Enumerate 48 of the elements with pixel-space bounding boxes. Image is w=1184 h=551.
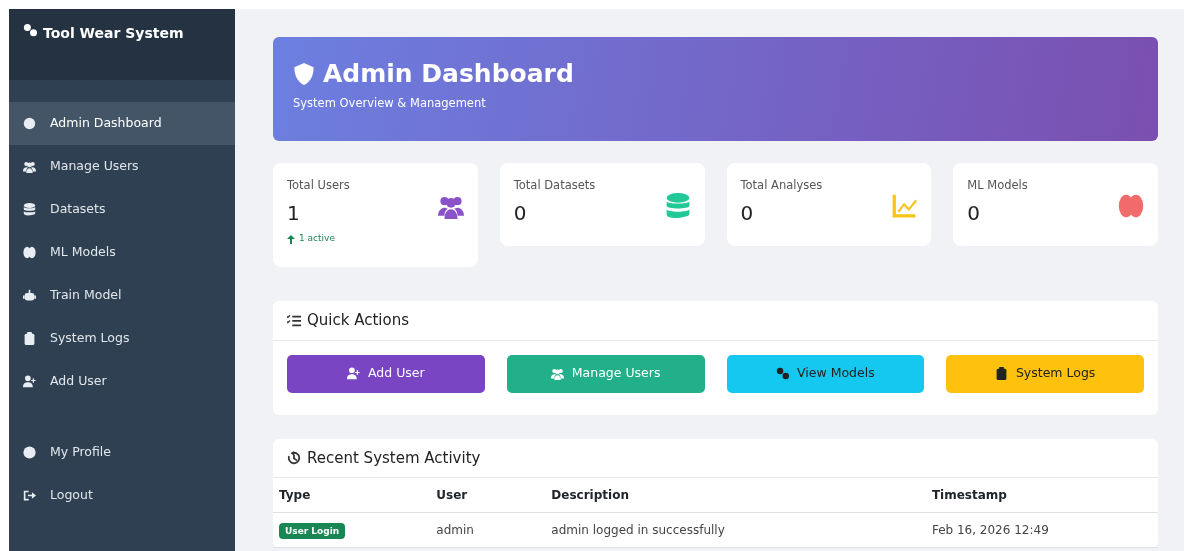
action-button[interactable]: Add User [287,354,485,393]
clipboard-icon [23,332,36,345]
column-header: Timestamp [927,478,1158,513]
database-icon [23,203,36,216]
sidebar-item[interactable]: Train Model [9,274,235,317]
stat-label: Total Users [287,177,350,194]
brand-title: Tool Wear System [43,24,184,43]
action-button[interactable]: View Models [726,354,925,393]
sidebar-item[interactable]: Add User [9,360,235,403]
shield-icon [293,63,315,85]
clipboard-icon [994,367,1008,380]
sidebar-item[interactable]: Logout [9,474,235,517]
type-badge: User Login [279,523,346,539]
sidebar-item[interactable]: Manage Users [9,145,235,188]
column-header: Description [547,478,928,513]
brain-icon [23,246,36,259]
users-icon [23,160,36,173]
table-cell: admin logged in successfully [547,512,928,548]
page-subtitle: System Overview & Management [293,95,487,112]
stat-value: 0 [513,200,528,228]
sidebar-item[interactable]: System Logs [9,317,235,360]
users-icon [550,367,564,380]
sidebar-item[interactable]: Admin Dashboard [9,102,235,145]
action-button[interactable]: System Logs [946,354,1144,393]
user-plus-icon [23,375,36,388]
page-title: Admin Dashboard [323,59,574,89]
column-header: User [432,478,548,513]
stat-label: Total Datasets [513,177,596,194]
robot-icon [23,289,36,302]
sidebar-item[interactable]: ML Models [9,231,235,274]
stat-label: Total Analyses [740,177,823,194]
stat-note-text: 1 active [299,232,335,246]
history-icon [287,450,301,465]
table-cell: admin [432,512,548,548]
panel-title: Recent System Activity [307,447,481,469]
stat-value: 0 [740,200,755,228]
stat-value: 1 [287,200,301,228]
task-list-icon [287,313,301,328]
stat-label: ML Models [967,177,1028,194]
sidebar-item[interactable]: My Profile [9,431,235,474]
sidebar-item[interactable]: Datasets [9,188,235,231]
column-header: Type [273,478,433,513]
arrow-up-icon [287,234,295,244]
sign-out-icon [23,489,36,502]
user-plus-icon [347,367,361,380]
table-cell: Feb 16, 2026 12:49 [927,512,1158,548]
stat-value: 0 [967,200,981,228]
panel-title: Quick Actions [307,310,409,331]
